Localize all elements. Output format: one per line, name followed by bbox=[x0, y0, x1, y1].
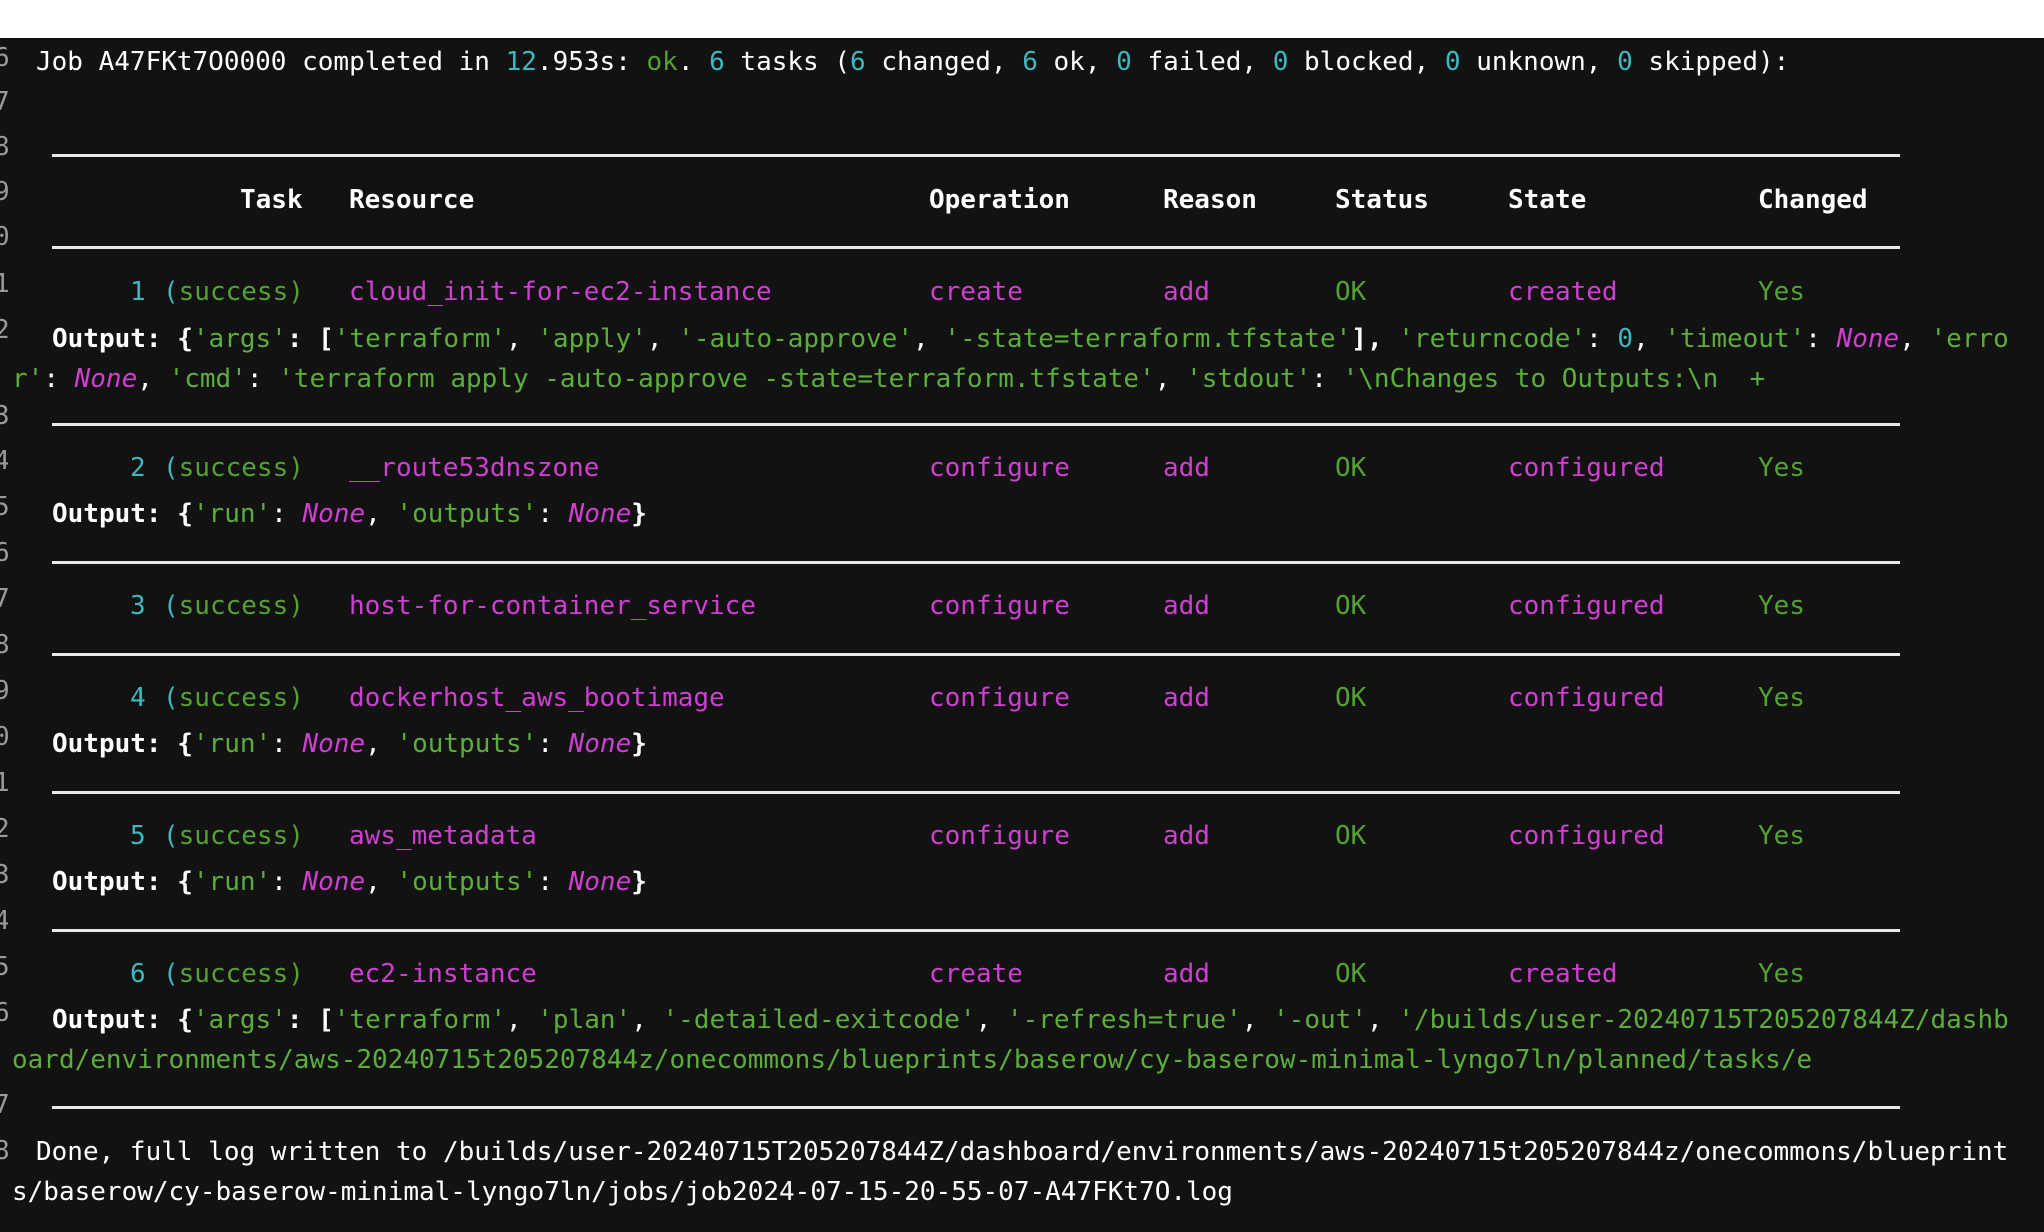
line-number: 9 bbox=[0, 676, 8, 706]
line-number: 0 bbox=[0, 222, 8, 252]
line-number: 0 bbox=[0, 722, 8, 752]
line-number: 4 bbox=[0, 906, 8, 936]
task-status: OK bbox=[1335, 591, 1367, 621]
task-output: Output: {'run': None, 'outputs': None} bbox=[52, 867, 647, 897]
task-operation: create bbox=[929, 959, 1023, 989]
task-resource: host-for-container_service bbox=[349, 591, 756, 621]
task-output: Output: {'run': None, 'outputs': None} bbox=[52, 729, 647, 759]
line-number: 3 bbox=[0, 860, 8, 890]
task-resource: dockerhost_aws_bootimage bbox=[349, 683, 725, 713]
line-number: 4 bbox=[0, 446, 8, 476]
task-state: configured bbox=[1508, 453, 1665, 483]
task-result: success) bbox=[178, 821, 304, 851]
task-operation: configure bbox=[929, 453, 1070, 483]
task-operation: create bbox=[929, 277, 1023, 307]
task-changed: Yes bbox=[1758, 959, 1805, 989]
table-separator bbox=[52, 929, 1900, 932]
task-output: Output: {'args': ['terraform', 'plan', '… bbox=[52, 1005, 2009, 1035]
header-reason: Reason bbox=[1163, 185, 1257, 215]
header-resource: Resource bbox=[349, 185, 475, 215]
task-resource: cloud_init-for-ec2-instance bbox=[349, 277, 772, 307]
task-operation: configure bbox=[929, 821, 1070, 851]
table-separator bbox=[52, 1106, 1900, 1109]
task-result: success) bbox=[178, 591, 304, 621]
task-resource: ec2-instance bbox=[349, 959, 537, 989]
task-status: OK bbox=[1335, 453, 1367, 483]
task-output: Output: {'run': None, 'outputs': None} bbox=[52, 499, 647, 529]
line-number: 8 bbox=[0, 132, 8, 162]
line-number: 7 bbox=[0, 87, 8, 117]
task-number: 5 bbox=[130, 821, 146, 851]
line-number: 7 bbox=[0, 1090, 8, 1120]
task-status: OK bbox=[1335, 277, 1367, 307]
line-number: 8 bbox=[0, 630, 8, 660]
header-task: Task bbox=[240, 185, 303, 215]
terminal-window[interactable]: 6 7 8 9 0 1 2 3 4 5 6 7 8 9 0 1 2 3 4 5 … bbox=[0, 38, 2044, 1232]
task-operation: configure bbox=[929, 591, 1070, 621]
line-number: 6 bbox=[0, 43, 8, 73]
table-separator bbox=[52, 423, 1900, 426]
table-separator bbox=[52, 653, 1900, 656]
task-number: 3 bbox=[130, 591, 146, 621]
task-reason: add bbox=[1163, 453, 1210, 483]
line-number: 7 bbox=[0, 584, 8, 614]
line-number: 1 bbox=[0, 768, 8, 798]
header-status: Status bbox=[1335, 185, 1429, 215]
line-number: 1 bbox=[0, 269, 8, 299]
task-result: success) bbox=[178, 959, 304, 989]
task-number: 6 bbox=[130, 959, 146, 989]
table-separator bbox=[52, 561, 1900, 564]
task-state: configured bbox=[1508, 683, 1665, 713]
task-reason: add bbox=[1163, 959, 1210, 989]
task-output: Output: {'args': ['terraform', 'apply', … bbox=[52, 324, 2009, 354]
task-output-continued: oard/environments/aws-20240715t205207844… bbox=[12, 1045, 1813, 1075]
task-resource: __route53dnszone bbox=[349, 453, 600, 483]
task-result: success) bbox=[178, 453, 304, 483]
line-number: 2 bbox=[0, 315, 8, 345]
task-number: 1 bbox=[130, 277, 146, 307]
task-output-continued: r': None, 'cmd': 'terraform apply -auto-… bbox=[12, 364, 1766, 394]
done-message-continued: s/baserow/cy-baserow-minimal-lyngo7ln/jo… bbox=[12, 1177, 1233, 1207]
task-state: created bbox=[1508, 959, 1618, 989]
line-number: 6 bbox=[0, 998, 8, 1028]
line-number: 8 bbox=[0, 1136, 8, 1166]
task-result: success) bbox=[178, 683, 304, 713]
task-resource: aws_metadata bbox=[349, 821, 537, 851]
header-operation: Operation bbox=[929, 185, 1070, 215]
task-number: 4 bbox=[130, 683, 146, 713]
header-state: State bbox=[1508, 185, 1587, 215]
task-changed: Yes bbox=[1758, 591, 1805, 621]
task-status: OK bbox=[1335, 821, 1367, 851]
task-state: created bbox=[1508, 277, 1618, 307]
task-status: OK bbox=[1335, 959, 1367, 989]
line-number: 6 bbox=[0, 538, 8, 568]
table-separator bbox=[52, 154, 1900, 157]
line-number: 9 bbox=[0, 177, 8, 207]
task-changed: Yes bbox=[1758, 821, 1805, 851]
done-message: Done, full log written to /builds/user-2… bbox=[36, 1137, 2009, 1167]
line-number: 3 bbox=[0, 401, 8, 431]
task-reason: add bbox=[1163, 821, 1210, 851]
line-number: 5 bbox=[0, 952, 8, 982]
task-reason: add bbox=[1163, 683, 1210, 713]
line-number: 2 bbox=[0, 814, 8, 844]
task-number: 2 bbox=[130, 453, 146, 483]
line-number: 5 bbox=[0, 492, 8, 522]
table-separator bbox=[52, 791, 1900, 794]
job-summary: Job A47FKt7O0000 completed in 12.953s: o… bbox=[36, 47, 1790, 77]
task-state: configured bbox=[1508, 821, 1665, 851]
task-changed: Yes bbox=[1758, 277, 1805, 307]
task-changed: Yes bbox=[1758, 683, 1805, 713]
task-changed: Yes bbox=[1758, 453, 1805, 483]
task-reason: add bbox=[1163, 277, 1210, 307]
task-operation: configure bbox=[929, 683, 1070, 713]
header-changed: Changed bbox=[1758, 185, 1868, 215]
table-separator bbox=[52, 246, 1900, 249]
task-status: OK bbox=[1335, 683, 1367, 713]
task-reason: add bbox=[1163, 591, 1210, 621]
task-state: configured bbox=[1508, 591, 1665, 621]
task-result: success) bbox=[178, 277, 304, 307]
